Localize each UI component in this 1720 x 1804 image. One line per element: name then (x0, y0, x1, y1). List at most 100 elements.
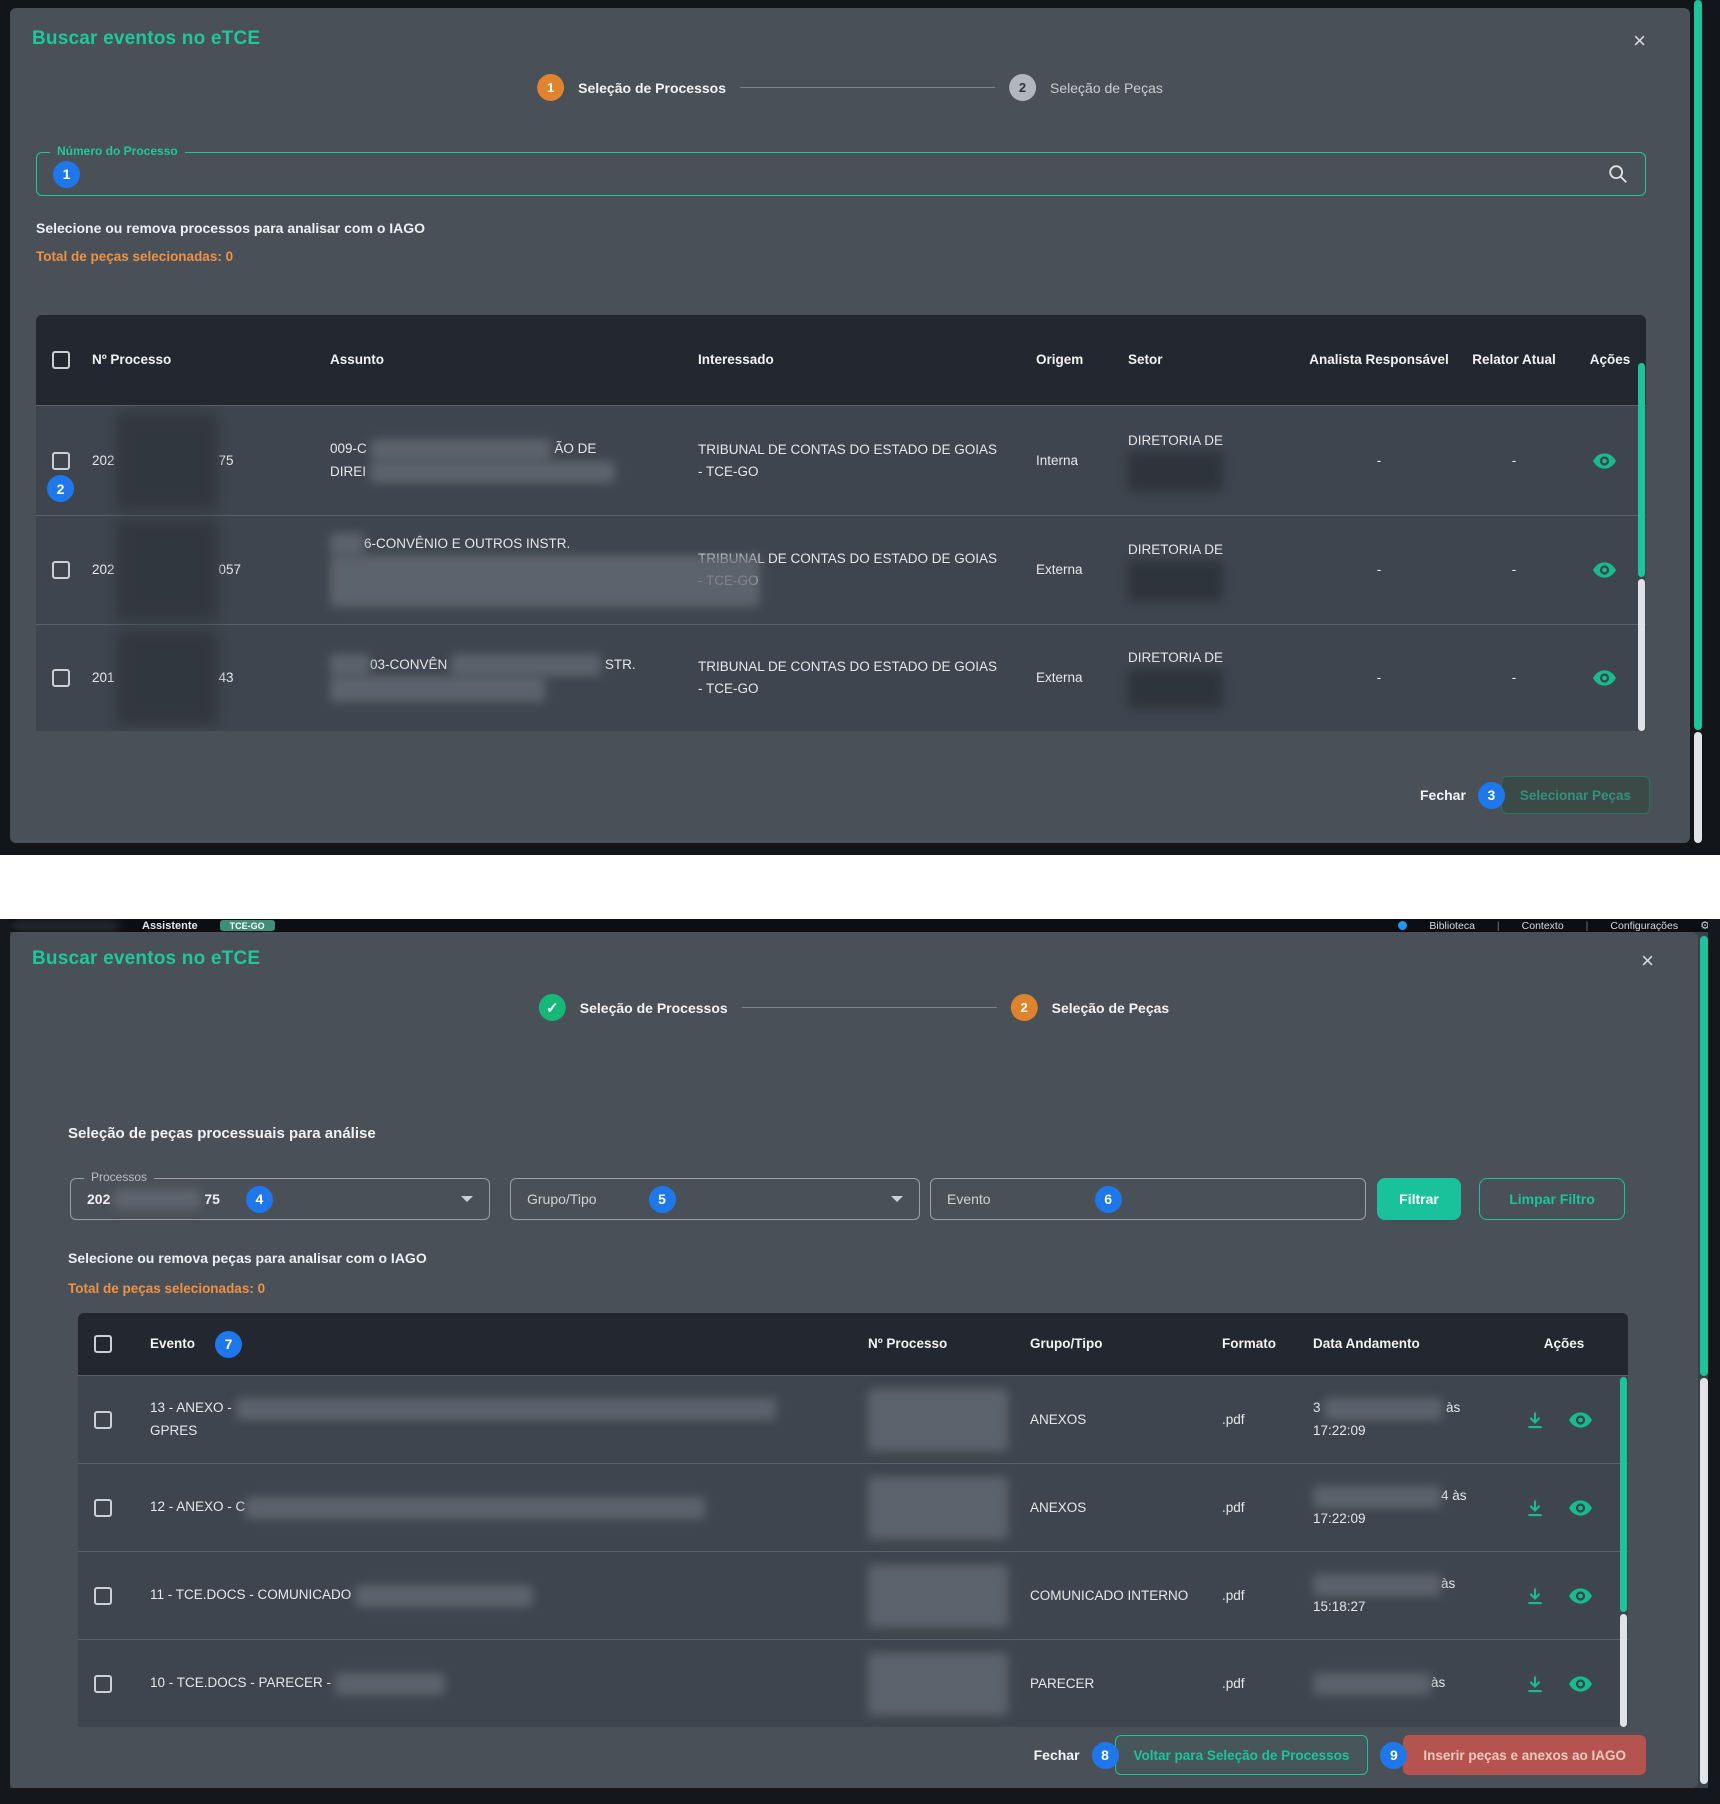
modal-title: Buscar eventos no eTCE (32, 28, 260, 50)
row-checkbox[interactable] (94, 1675, 112, 1693)
process-table-header: Nº Processo Assunto Interessado Origem S… (36, 315, 1646, 405)
total-selected-label: Total de peças selecionadas: 0 (36, 249, 233, 264)
step-1-label: Seleção de Processos (578, 80, 726, 96)
evento-placeholder: Evento (947, 1191, 991, 1207)
processos-select[interactable]: Processos 20275 4 (70, 1178, 490, 1220)
selecionar-pecas-button[interactable]: Selecionar Peças (1501, 776, 1650, 814)
row-checkbox[interactable] (94, 1499, 112, 1517)
col-n-processo: Nº Processo (92, 350, 282, 370)
view-icon[interactable] (1569, 1676, 1592, 1692)
col-data-andamento: Data Andamento (1305, 1334, 1500, 1354)
evento-input[interactable]: Evento 6 (930, 1178, 1366, 1220)
page-scrollbar-thumb[interactable] (1700, 936, 1708, 1376)
col-analista: Analista Responsável (1304, 350, 1454, 370)
tce-go-chip[interactable]: TCE-GO (220, 920, 275, 931)
app-title: Assistente (142, 920, 198, 932)
info-icon[interactable] (1398, 921, 1407, 930)
table-scrollbar-track (1620, 1614, 1627, 1727)
nav-configuracoes[interactable]: Configurações (1610, 920, 1678, 932)
table-scrollbar-track (1638, 579, 1645, 731)
guide-badge-4: 4 (246, 1186, 273, 1213)
table-scrollbar-thumb[interactable] (1638, 363, 1645, 577)
step-connector (742, 1007, 997, 1008)
view-icon[interactable] (1593, 670, 1616, 686)
pecas-table: Evento7 Nº Processo Grupo/Tipo Formato D… (78, 1313, 1628, 1727)
select-processes-hint: Selecione ou remova processos para anali… (36, 220, 425, 236)
page-left-edge (0, 919, 10, 1804)
row-checkbox[interactable] (52, 669, 70, 687)
view-icon[interactable] (1569, 1412, 1592, 1428)
modal-title: Buscar eventos no eTCE (32, 948, 260, 970)
pecas-table-header: Evento7 Nº Processo Grupo/Tipo Formato D… (78, 1313, 1628, 1375)
total-selected-label: Total de peças selecionadas: 0 (68, 1281, 265, 1296)
row-checkbox[interactable] (94, 1411, 112, 1429)
grupo-tipo-select[interactable]: Grupo/Tipo 5 (510, 1178, 920, 1220)
view-icon[interactable] (1569, 1500, 1592, 1516)
step-2-label: Seleção de Peças (1050, 80, 1163, 96)
table-scrollbar[interactable] (1638, 315, 1645, 731)
table-row: 13 - ANEXO - GPRES ANEXOS .pdf 3 às17:22… (78, 1375, 1628, 1463)
modal-footer: Fechar 8 Voltar para Seleção de Processo… (10, 1735, 1698, 1775)
close-icon[interactable]: × (1633, 30, 1646, 52)
download-icon[interactable] (1525, 1498, 1545, 1518)
table-scrollbar-thumb[interactable] (1620, 1377, 1627, 1612)
guide-badge-6: 6 (1095, 1186, 1122, 1213)
guide-badge-8: 8 (1092, 1742, 1119, 1769)
col-acoes: Ações (1500, 1334, 1628, 1354)
download-icon[interactable] (1525, 1410, 1545, 1430)
inserir-pecas-anexos-button[interactable]: Inserir peças e anexos ao IAGO (1403, 1735, 1646, 1775)
guide-badge-3: 3 (1478, 782, 1505, 809)
step-1-badge: 1 (537, 74, 564, 101)
page-scrollbar-thumb[interactable] (1694, 0, 1702, 730)
table-scrollbar[interactable] (1620, 1313, 1627, 1727)
nav-separator: | (1497, 920, 1500, 932)
process-table: Nº Processo Assunto Interessado Origem S… (36, 315, 1646, 731)
chevron-down-icon (461, 1196, 473, 1202)
fechar-button[interactable]: Fechar (1420, 787, 1466, 803)
page-scrollbar[interactable] (1700, 932, 1708, 1788)
row-checkbox[interactable] (52, 452, 70, 470)
voltar-selecao-processos-button[interactable]: Voltar para Seleção de Processos (1115, 1735, 1369, 1775)
nav-biblioteca[interactable]: Biblioteca (1429, 920, 1475, 932)
page-scrollbar[interactable] (1694, 0, 1702, 843)
table-row: 20275 009-C ÃO DEDIREI TRIBUNAL DE CONTA… (36, 405, 1646, 515)
view-icon[interactable] (1593, 562, 1616, 578)
fechar-button[interactable]: Fechar (1034, 1747, 1080, 1763)
view-icon[interactable] (1569, 1588, 1592, 1604)
select-all-checkbox[interactable] (94, 1335, 112, 1353)
select-pecas-hint: Selecione ou remova peças para analisar … (68, 1250, 427, 1266)
download-icon[interactable] (1525, 1586, 1545, 1606)
limpar-filtro-button[interactable]: Limpar Filtro (1479, 1178, 1625, 1220)
nav-separator: | (1586, 920, 1589, 932)
app-logo (10, 921, 120, 930)
step-2-label: Seleção de Peças (1052, 1000, 1170, 1016)
close-icon[interactable]: × (1641, 950, 1654, 972)
step-connector (740, 87, 995, 88)
guide-badge-1: 1 (53, 161, 80, 188)
nav-contexto[interactable]: Contexto (1522, 920, 1564, 932)
processos-label: Processos (84, 1170, 154, 1184)
guide-badge-9: 9 (1380, 1742, 1407, 1769)
download-icon[interactable] (1525, 1674, 1545, 1694)
select-all-checkbox[interactable] (52, 351, 70, 369)
row-checkbox[interactable] (94, 1587, 112, 1605)
table-row: 12 - ANEXO - C ANEXOS .pdf 4 às17:22:09 (78, 1463, 1628, 1551)
chevron-down-icon (891, 1196, 903, 1202)
view-icon[interactable] (1593, 453, 1616, 469)
col-setor: Setor (1104, 350, 1304, 370)
col-evento: Evento (150, 1334, 195, 1354)
step-2-badge: 2 (1009, 74, 1036, 101)
screenshot-canvas: Buscar eventos no eTCE × 1 Seleção de Pr… (0, 0, 1720, 1804)
guide-badge-2: 2 (47, 475, 74, 502)
table-row: 202057 6-CONVÊNIO E OUTROS INSTR. TRIBUN… (36, 515, 1646, 624)
row-checkbox[interactable] (52, 561, 70, 579)
guide-badge-5: 5 (649, 1186, 676, 1213)
stepper: ✓ Seleção de Processos 2 Seleção de Peça… (539, 994, 1169, 1021)
table-row: 20143 03-CONVÊN STR. TRIBUNAL DE CONTAS … (36, 624, 1646, 731)
col-relator: Relator Atual (1454, 350, 1574, 370)
app-header: Assistente TCE-GO Biblioteca | Contexto … (0, 919, 1720, 932)
step-2-badge: 2 (1011, 994, 1038, 1021)
filtrar-button[interactable]: Filtrar (1377, 1178, 1461, 1220)
col-grupo-tipo: Grupo/Tipo (1022, 1334, 1214, 1354)
numero-processo-input[interactable]: Número do Processo 1 (36, 152, 1646, 196)
